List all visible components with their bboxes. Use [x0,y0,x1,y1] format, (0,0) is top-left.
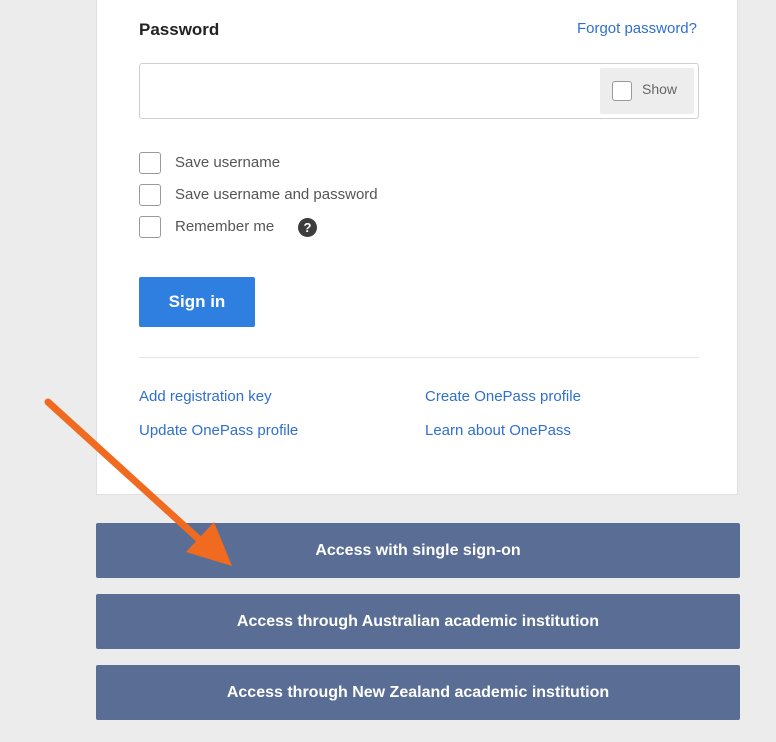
save-username-label: Save username [175,154,281,171]
remember-me-option[interactable]: Remember me ? [139,216,329,240]
password-input[interactable] [140,64,595,118]
australian-institution-button[interactable]: Access through Australian academic insti… [96,594,740,649]
learn-about-onepass-link[interactable]: Learn about OnePass [425,422,571,439]
password-field: Show [139,63,699,119]
remember-me-checkbox[interactable] [139,216,161,238]
save-username-checkbox[interactable] [139,152,161,174]
sign-in-button[interactable]: Sign in [139,277,255,327]
create-onepass-profile-link[interactable]: Create OnePass profile [425,388,581,405]
password-label: Password [139,20,220,39]
remember-me-label: Remember me [175,218,275,235]
new-zealand-institution-button[interactable]: Access through New Zealand academic inst… [96,665,740,720]
save-username-password-checkbox[interactable] [139,184,161,206]
show-password-toggle[interactable]: Show [600,68,694,114]
save-username-password-option[interactable]: Save username and password [139,184,419,208]
single-sign-on-button[interactable]: Access with single sign-on [96,523,740,578]
login-card: Password Forgot password? Show Save user… [96,0,738,495]
update-onepass-profile-link[interactable]: Update OnePass profile [139,422,298,439]
help-icon[interactable]: ? [298,218,317,237]
show-password-checkbox[interactable] [612,81,632,101]
divider [139,357,699,358]
save-username-password-label: Save username and password [175,186,378,203]
add-registration-key-link[interactable]: Add registration key [139,388,272,405]
forgot-password-link[interactable]: Forgot password? [577,20,697,37]
show-password-label: Show [642,81,678,97]
save-username-option[interactable]: Save username [139,152,339,176]
